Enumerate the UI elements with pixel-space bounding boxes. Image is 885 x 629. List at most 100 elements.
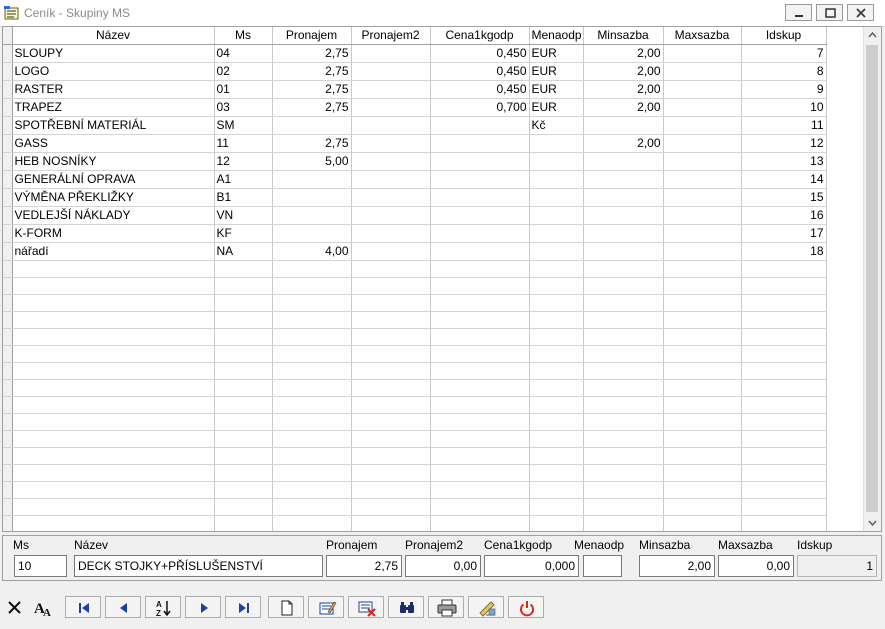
table-cell[interactable] [430,498,530,516]
table-cell[interactable] [529,345,584,363]
table-cell[interactable]: 2,75 [272,62,352,81]
table-cell[interactable] [741,260,827,278]
table-cell[interactable]: nářadí [12,242,215,261]
ms-field[interactable]: 10 [14,555,67,577]
table-cell[interactable] [214,362,273,380]
column-header[interactable]: Ms [214,27,273,45]
table-cell[interactable] [583,430,664,448]
table-cell[interactable] [583,328,664,346]
table-cell[interactable] [741,379,827,397]
table-cell[interactable] [529,188,584,207]
table-cell[interactable] [351,498,431,516]
table-cell[interactable] [351,260,431,278]
table-cell[interactable]: GASS [12,134,215,153]
row-indicator[interactable] [3,116,13,135]
table-cell[interactable]: HEB NOSNÍKY [12,152,215,171]
table-row[interactable]: SLOUPY 04 2,75 0,450 EUR 2,00 7 [3,44,827,63]
empty-row[interactable] [3,362,827,380]
table-cell[interactable]: EUR [529,62,584,81]
table-cell[interactable]: 0,450 [430,80,530,99]
column-header[interactable]: Pronajem [272,27,352,45]
empty-row[interactable] [3,515,827,531]
table-cell[interactable] [351,396,431,414]
table-cell[interactable] [12,311,215,329]
table-cell[interactable]: 12 [214,152,273,171]
table-cell[interactable] [430,362,530,380]
table-cell[interactable] [529,260,584,278]
table-cell[interactable] [430,260,530,278]
table-row[interactable]: TRAPEZ 03 2,75 0,700 EUR 2,00 10 [3,98,827,117]
minsazba-field[interactable]: 2,00 [639,555,715,577]
table-cell[interactable] [272,294,352,312]
table-cell[interactable]: 2,75 [272,80,352,99]
column-header[interactable]: Maxsazba [663,27,742,45]
previous-record-button[interactable] [105,596,141,618]
table-cell[interactable] [214,447,273,465]
table-cell[interactable]: 16 [741,206,827,225]
table-cell[interactable] [214,396,273,414]
table-cell[interactable] [583,447,664,465]
row-indicator[interactable] [3,62,13,81]
empty-row[interactable] [3,413,827,431]
table-cell[interactable] [583,116,664,135]
table-cell[interactable] [529,362,584,380]
row-indicator[interactable] [3,464,13,482]
table-cell[interactable] [583,294,664,312]
table-cell[interactable] [351,152,431,171]
scroll-down-icon[interactable] [864,514,881,531]
row-indicator[interactable] [3,396,13,414]
table-cell[interactable] [663,134,742,153]
row-indicator[interactable] [3,430,13,448]
table-cell[interactable] [12,481,215,499]
table-cell[interactable] [663,116,742,135]
table-cell[interactable] [583,206,664,225]
table-cell[interactable] [529,379,584,397]
table-cell[interactable] [214,328,273,346]
table-row[interactable]: SPOTŘEBNÍ MATERIÁL SM Kč 11 [3,116,827,135]
table-cell[interactable] [663,188,742,207]
table-cell[interactable] [272,188,352,207]
table-cell[interactable] [663,447,742,465]
table-cell[interactable] [214,464,273,482]
column-header[interactable]: Cena1kgodp [430,27,530,45]
table-cell[interactable]: VEDLEJŠÍ NÁKLADY [12,206,215,225]
table-cell[interactable] [529,413,584,431]
table-cell[interactable] [214,294,273,312]
table-cell[interactable] [351,515,431,531]
row-indicator[interactable] [3,206,13,225]
table-cell[interactable] [272,515,352,531]
table-cell[interactable]: SLOUPY [12,44,215,63]
column-header[interactable]: Menaodp [529,27,584,45]
print-button[interactable] [428,596,464,618]
table-cell[interactable]: 11 [214,134,273,153]
table-cell[interactable] [663,430,742,448]
table-cell[interactable]: 2,00 [583,134,664,153]
table-cell[interactable] [583,481,664,499]
table-cell[interactable] [663,260,742,278]
table-cell[interactable] [214,515,273,531]
table-cell[interactable]: SPOTŘEBNÍ MATERIÁL [12,116,215,135]
table-cell[interactable] [663,464,742,482]
table-cell[interactable] [351,80,431,99]
table-cell[interactable] [272,396,352,414]
table-cell[interactable] [583,464,664,482]
table-cell[interactable]: 15 [741,188,827,207]
table-cell[interactable] [529,294,584,312]
table-cell[interactable] [529,134,584,153]
row-indicator[interactable] [3,260,13,278]
table-cell[interactable] [272,498,352,516]
table-cell[interactable] [272,345,352,363]
table-cell[interactable] [272,362,352,380]
table-cell[interactable] [351,328,431,346]
empty-row[interactable] [3,379,827,397]
table-cell[interactable] [583,362,664,380]
data-grid[interactable]: Název Ms Pronajem Pronajem2 Cena1kgodp Menaod… [2,26,882,532]
font-button[interactable]: A A [31,597,55,619]
table-cell[interactable]: 02 [214,62,273,81]
empty-row[interactable] [3,447,827,465]
table-row[interactable]: VEDLEJŠÍ NÁKLADY VN 16 [3,206,827,225]
sort-button[interactable]: A Z [145,596,181,618]
row-indicator[interactable] [3,170,13,189]
table-cell[interactable] [272,328,352,346]
table-cell[interactable] [351,170,431,189]
